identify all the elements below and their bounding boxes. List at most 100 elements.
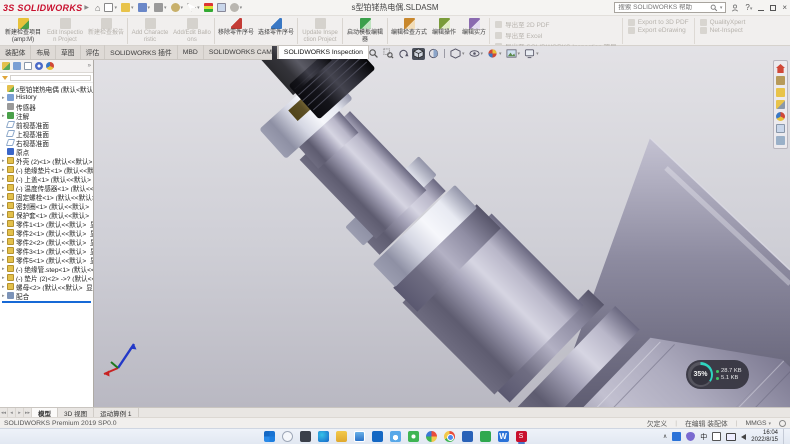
tree-item-component[interactable]: ▸零件3<1> (默认<<默认>_显示状态 (0, 246, 93, 255)
home-button[interactable]: ⌂ (95, 3, 100, 13)
tab-layout[interactable]: 布局 (31, 45, 56, 59)
tab-scroll-left-icon[interactable]: ◂ (8, 408, 16, 417)
doc-tab-3d-views[interactable]: 3D 视图 (58, 408, 94, 417)
close-button[interactable]: × (782, 3, 787, 12)
tab-assembly[interactable]: 装配体 (0, 45, 31, 59)
view-palette-icon[interactable] (776, 124, 785, 133)
tree-item-component[interactable]: ▸固定螺栓<1> (默认<<默认>_显示 (0, 192, 93, 201)
tree-item-component[interactable]: ▸(-) 垫片 (2)<2> ->? (默认<<默认> (0, 273, 93, 282)
tree-item-origin[interactable]: 原点 (0, 147, 93, 156)
task-view-icon[interactable] (300, 431, 311, 442)
open-document-button[interactable]: ▾ (121, 3, 134, 13)
ribbon-button-edit-operation[interactable]: 编辑操作 (429, 17, 459, 45)
tab-overflow-icon[interactable]: » (88, 63, 91, 69)
tab-scroll-first-icon[interactable]: ◂◂ (0, 408, 8, 417)
tab-scroll-last-icon[interactable]: ▸▸ (24, 408, 32, 417)
units-selector[interactable]: MMGS ▾ (745, 420, 771, 427)
clock[interactable]: 16:042022/8/15 (751, 430, 778, 443)
appearances-scenes-icon[interactable] (776, 112, 785, 121)
help-search-input[interactable] (618, 4, 707, 11)
minimize-button[interactable] (758, 4, 764, 11)
solidworks-taskbar-icon[interactable]: S (516, 431, 527, 442)
logo-expand-arrow-icon[interactable]: ▶ (84, 4, 89, 11)
tree-item-component[interactable]: ▸零件2<1> (默认<<默认>_显示状态 (0, 228, 93, 237)
view-orientation-icon[interactable] (412, 48, 425, 60)
doc-tab-motion-study[interactable]: 运动算例 1 (94, 408, 138, 417)
ribbon-button-launch-template-editor[interactable]: 启动模板编辑器 (344, 17, 386, 45)
select-button[interactable]: ▾ (187, 3, 200, 13)
tray-app-icon[interactable] (672, 432, 681, 441)
tree-item-component[interactable]: ▸零件2<2> (默认<<默认>_显示状态 (0, 237, 93, 246)
speaker-icon[interactable] (741, 434, 746, 440)
tree-filter-input[interactable] (10, 75, 91, 81)
edge-browser-icon[interactable] (318, 431, 329, 442)
tree-item-component[interactable]: ▸外壳 (2)<1> (默认<<默认>_显示状 (0, 156, 93, 165)
tab-sketch[interactable]: 草图 (56, 45, 81, 59)
security-shield-icon[interactable] (686, 432, 695, 441)
rollback-bar[interactable] (2, 301, 91, 303)
tree-item-right-plane[interactable]: 右视基准面 (0, 138, 93, 147)
network-display-icon[interactable] (726, 433, 736, 441)
tab-solidworks-cam[interactable]: SOLIDWORKS CAM (204, 45, 278, 59)
tree-item-assembly-root[interactable]: s型铂铑热电偶 (默认<默认_显示状态-1 (0, 84, 93, 93)
tree-item-component[interactable]: ▸(-) 绝缘管.step<1> (默认<<默认> (0, 264, 93, 273)
tree-item-component[interactable]: ▸保护套<1> (默认<<默认>_显示状 (0, 210, 93, 219)
previous-view-icon[interactable] (397, 48, 410, 60)
restore-button[interactable] (770, 5, 776, 11)
ribbon-button-remove-balloons[interactable]: 移除零件序号 (216, 17, 256, 45)
tray-overflow-icon[interactable]: ∧ (663, 433, 667, 440)
tree-item-component[interactable]: ▸(-) 绝缘垫片<1> (默认<<默认>_显 (0, 165, 93, 174)
status-options-icon[interactable] (779, 420, 786, 427)
tree-item-component[interactable]: ▸螺母<2> (默认<<默认>_显示状态 (0, 282, 93, 291)
ribbon-button-edit-spec[interactable]: 编辑实方 (459, 17, 489, 45)
edit-appearance-icon[interactable]: ▾ (486, 48, 503, 60)
chrome-icon[interactable] (444, 431, 455, 442)
rebuild-traffic-light-button[interactable] (204, 3, 213, 12)
show-desktop-button[interactable] (783, 429, 786, 444)
graphics-viewport[interactable]: ▾ ▾ ▾ ▾ ▾ 35% 28.7 KB 5.1 KB (94, 46, 790, 407)
taskbar-search-icon[interactable] (282, 431, 293, 442)
filter-funnel-icon[interactable] (2, 76, 8, 80)
section-view-icon[interactable] (427, 48, 440, 60)
tree-item-component[interactable]: ▸(-) 上盖<1> (默认<<默认>_显示状 (0, 174, 93, 183)
tree-item-component[interactable]: ▸密封圈<1> (默认<<默认>_显示状 (0, 201, 93, 210)
notes-app-icon[interactable] (480, 431, 491, 442)
browser-360-icon[interactable] (408, 431, 419, 442)
tree-item-top-plane[interactable]: 上视基准面 (0, 129, 93, 138)
file-explorer-taskbar-icon[interactable] (336, 431, 347, 442)
tree-item-sensors[interactable]: 传感器 (0, 102, 93, 111)
tab-solidworks-addins[interactable]: SOLIDWORKS 插件 (105, 45, 178, 59)
help-search-box[interactable]: ▾ (614, 2, 726, 13)
apply-scene-icon[interactable]: ▾ (505, 48, 522, 60)
tree-item-component[interactable]: ▸(-) 温度传感器<1> (默认<<默认>_ (0, 183, 93, 192)
model-3d-thermocouple[interactable] (94, 46, 790, 407)
tree-item-component[interactable]: ▸零件1<1> (默认<<默认>_显示状态 (0, 219, 93, 228)
mail-app-icon[interactable] (354, 431, 365, 442)
tree-item-mates[interactable]: ▸配合 (0, 291, 93, 300)
toolbox-icon[interactable] (776, 100, 785, 109)
tab-evaluate[interactable]: 评估 (81, 45, 106, 59)
weather-cloud-icon[interactable] (390, 431, 401, 442)
wps-office-icon[interactable]: W (498, 431, 509, 442)
displaymanager-tab-icon[interactable] (46, 62, 54, 70)
view-settings-icon[interactable]: ▾ (523, 48, 540, 60)
doc-tab-model[interactable]: 模型 (32, 408, 58, 417)
performance-monitor-badge[interactable]: 35% 28.7 KB 5.1 KB (686, 360, 749, 389)
file-properties-button[interactable] (217, 3, 226, 12)
help-menu-button[interactable]: ?▾ (745, 3, 752, 12)
zoom-to-fit-icon[interactable] (367, 48, 380, 60)
tab-scroll-right-icon[interactable]: ▸ (16, 408, 24, 417)
login-user-icon[interactable] (731, 4, 739, 12)
configurationmanager-tab-icon[interactable] (24, 62, 32, 70)
undo-button[interactable]: ▾ (171, 3, 184, 13)
ribbon-button-new-inspection-project[interactable]: 新建检查项目 (amp:M) (2, 17, 44, 45)
pinwheel-browser-icon[interactable] (426, 431, 437, 442)
featuremanager-tree-tab-icon[interactable] (2, 62, 10, 70)
reader-app-icon[interactable] (462, 431, 473, 442)
file-explorer-icon[interactable] (776, 88, 785, 97)
tab-solidworks-inspection[interactable]: SOLIDWORKS Inspection (278, 45, 369, 59)
propertymanager-tab-icon[interactable] (13, 62, 21, 70)
options-button[interactable]: ▾ (230, 3, 243, 13)
save-button[interactable]: ▾ (138, 3, 151, 13)
hide-show-items-icon[interactable]: ▾ (468, 48, 485, 60)
